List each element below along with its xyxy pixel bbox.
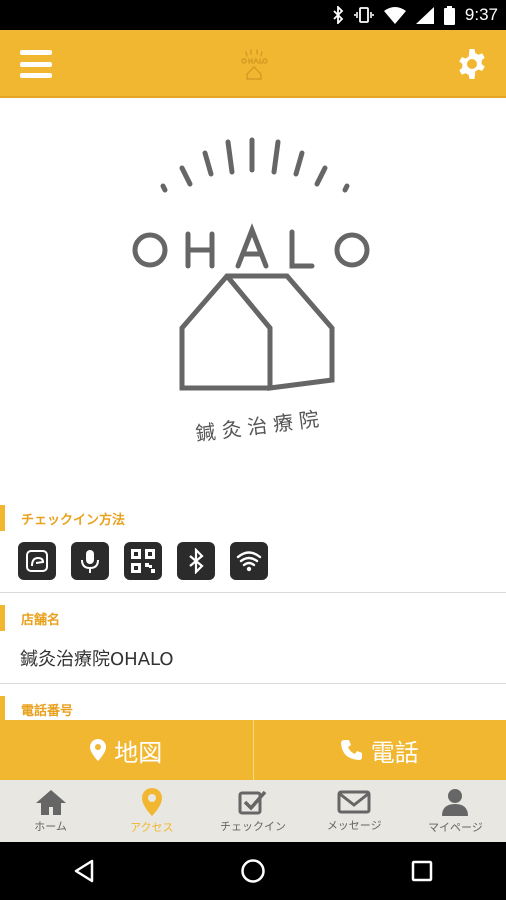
store-section-label: 店舗名 [0,605,60,631]
checkin-section-label: チェックイン方法 [0,505,125,531]
wifi-icon [383,6,406,24]
nav-access-label: アクセス [130,821,174,834]
map-label: 地図 [114,738,163,767]
divider [0,683,506,684]
phone-icon [340,740,362,760]
back-icon [75,859,94,883]
nav-mypage-label: マイページ [428,821,483,834]
checkin-methods [18,542,268,580]
nav-mypage[interactable]: マイページ [405,780,506,842]
action-bar: 地図 電話 [0,720,506,780]
wifi-icon [230,542,268,580]
hamburger-menu-icon[interactable] [18,47,54,81]
gear-icon[interactable] [456,48,488,80]
store-title: 店舗名 [21,612,61,628]
phone-section-label: 電話番号 [0,696,73,722]
home-icon [35,790,66,815]
nav-checkin-label: チェックイン [220,820,286,833]
microphone-icon [71,542,109,580]
bluetooth-icon [177,542,215,580]
divider [0,592,506,593]
map-button[interactable]: 地図 [0,720,253,780]
phone-title: 電話番号 [21,703,74,719]
qr-code-icon [124,542,162,580]
home-circle-icon [241,859,265,883]
bluetooth-icon [333,6,344,24]
call-label: 電話 [370,738,419,767]
ohalo-small-logo[interactable] [234,44,274,84]
ohalo-logo: 鍼灸治療院 [130,128,380,458]
status-icons: 9:37 [332,0,498,30]
signal-icon [415,6,434,24]
person-icon [442,789,469,816]
recents-button[interactable] [402,851,442,891]
nav-message[interactable]: メッセージ [304,780,405,842]
status-bar: 9:37 [0,0,506,30]
location-pin-icon [90,739,107,761]
nav-message-label: メッセージ [326,819,382,832]
nav-checkin[interactable]: チェックイン [202,780,303,842]
store-name: 鍼灸治療院OHALO [20,649,174,670]
touch-icon [18,542,56,580]
battery-icon [443,5,455,25]
checkin-title: チェックイン方法 [21,512,126,528]
nav-access[interactable]: アクセス [101,780,202,842]
nav-home-label: ホーム [34,820,67,833]
back-button[interactable] [64,851,104,891]
system-nav-bar [0,842,506,900]
call-button[interactable]: 電話 [254,720,506,780]
envelope-icon [337,790,371,814]
status-time: 9:37 [464,5,498,24]
vibrate-icon [354,7,374,23]
nav-home[interactable]: ホーム [0,780,101,842]
recents-icon [411,860,432,882]
home-button[interactable] [233,851,273,891]
location-pin-icon [141,788,162,816]
bottom-nav: ホーム アクセス チェックイン メッセージ マイページ [0,780,506,842]
app-header [0,30,506,98]
checkbox-icon [238,790,267,815]
